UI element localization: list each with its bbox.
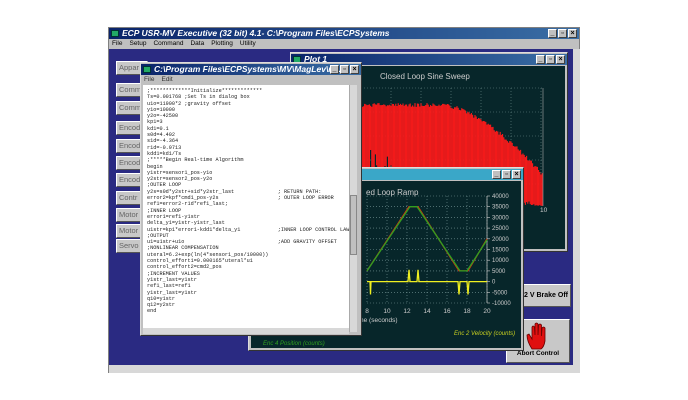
menu-command[interactable]: Command: [153, 39, 183, 49]
y-tick-label: -10000: [492, 301, 511, 307]
maximize-button[interactable]: ▫: [558, 29, 567, 38]
editor-menu-file[interactable]: File: [144, 75, 154, 85]
app-title: ECP USR-MV Executive (32 bit) 4.1- C:\Pr…: [122, 28, 390, 38]
close-button[interactable]: ×: [350, 65, 359, 74]
x-tick-label: 12: [403, 308, 411, 315]
x-tick-label: 10: [383, 308, 391, 315]
x-tick-label: 20: [483, 308, 491, 315]
app-menu-bar: File Setup Command Data Plotting Utility: [109, 39, 579, 49]
y-tick-label: 10000: [492, 258, 509, 264]
minimize-button[interactable]: _: [536, 55, 545, 64]
y-tick-label: 5000: [492, 269, 506, 275]
minimize-button[interactable]: _: [548, 29, 557, 38]
minimize-button[interactable]: _: [492, 170, 501, 179]
x-tick-label: 16: [443, 308, 451, 315]
abort-control-label: Abort Control: [507, 350, 569, 357]
position-legend: Enc 4 Position (counts): [263, 341, 325, 347]
y-tick-label: -5000: [492, 290, 508, 296]
menu-data[interactable]: Data: [190, 39, 204, 49]
menu-utility[interactable]: Utility: [240, 39, 256, 49]
velocity-legend: Enc 2 Velocity (counts): [454, 331, 515, 337]
y-tick-label: 20000: [492, 237, 509, 243]
code-editor[interactable]: ;*************Initialize************* Ts…: [143, 85, 349, 332]
y-tick-label: 30000: [492, 215, 509, 221]
y-tick-label: 40000: [492, 194, 509, 200]
menu-setup[interactable]: Setup: [129, 39, 146, 49]
editor-vertical-scrollbar[interactable]: [349, 85, 357, 332]
y-tick-label: 35000: [492, 205, 509, 211]
minimize-button[interactable]: _: [330, 65, 339, 74]
x-tick-label: 10: [540, 207, 547, 214]
menu-file[interactable]: File: [112, 39, 122, 49]
maximize-button[interactable]: ▫: [502, 170, 511, 179]
x-tick-label: 8: [365, 308, 369, 315]
x-tick-label: 18: [463, 308, 471, 315]
x-axis-label: ne (seconds): [360, 317, 398, 324]
horizontal-scrollbar[interactable]: [109, 365, 580, 373]
maximize-button[interactable]: ▫: [546, 55, 555, 64]
maximize-button[interactable]: ▫: [340, 65, 349, 74]
y-tick-label: 15000: [492, 248, 509, 254]
editor-menu-bar: File Edit: [141, 75, 361, 85]
app-icon: [111, 30, 119, 37]
close-button[interactable]: ×: [512, 170, 521, 179]
editor-title-bar: C:\Program Files\ECPSystems\MV\MagLev\no…: [141, 64, 361, 75]
plot-2-chart-title: ed Loop Ramp: [366, 188, 418, 197]
close-button[interactable]: ×: [556, 55, 565, 64]
y-tick-label: 25000: [492, 226, 509, 232]
stop-hand-icon: [523, 321, 553, 351]
app-title-bar: ECP USR-MV Executive (32 bit) 4.1- C:\Pr…: [109, 28, 579, 39]
x-tick-label: 14: [423, 308, 431, 315]
editor-horizontal-scrollbar[interactable]: [143, 328, 349, 334]
y-tick-label: 0: [492, 280, 496, 286]
editor-icon: [143, 66, 151, 73]
editor-window: C:\Program Files\ECPSystems\MV\MagLev\no…: [140, 62, 362, 336]
series-line-2: [367, 270, 487, 295]
vertical-scrollbar[interactable]: [573, 49, 580, 365]
menu-plotting[interactable]: Plotting: [211, 39, 233, 49]
editor-menu-edit[interactable]: Edit: [161, 75, 172, 85]
close-button[interactable]: ×: [568, 29, 577, 38]
brake-off-button[interactable]: 2 V Brake Off: [521, 284, 571, 307]
editor-title: C:\Program Files\ECPSystems\MV\MagLev\no…: [154, 64, 346, 74]
